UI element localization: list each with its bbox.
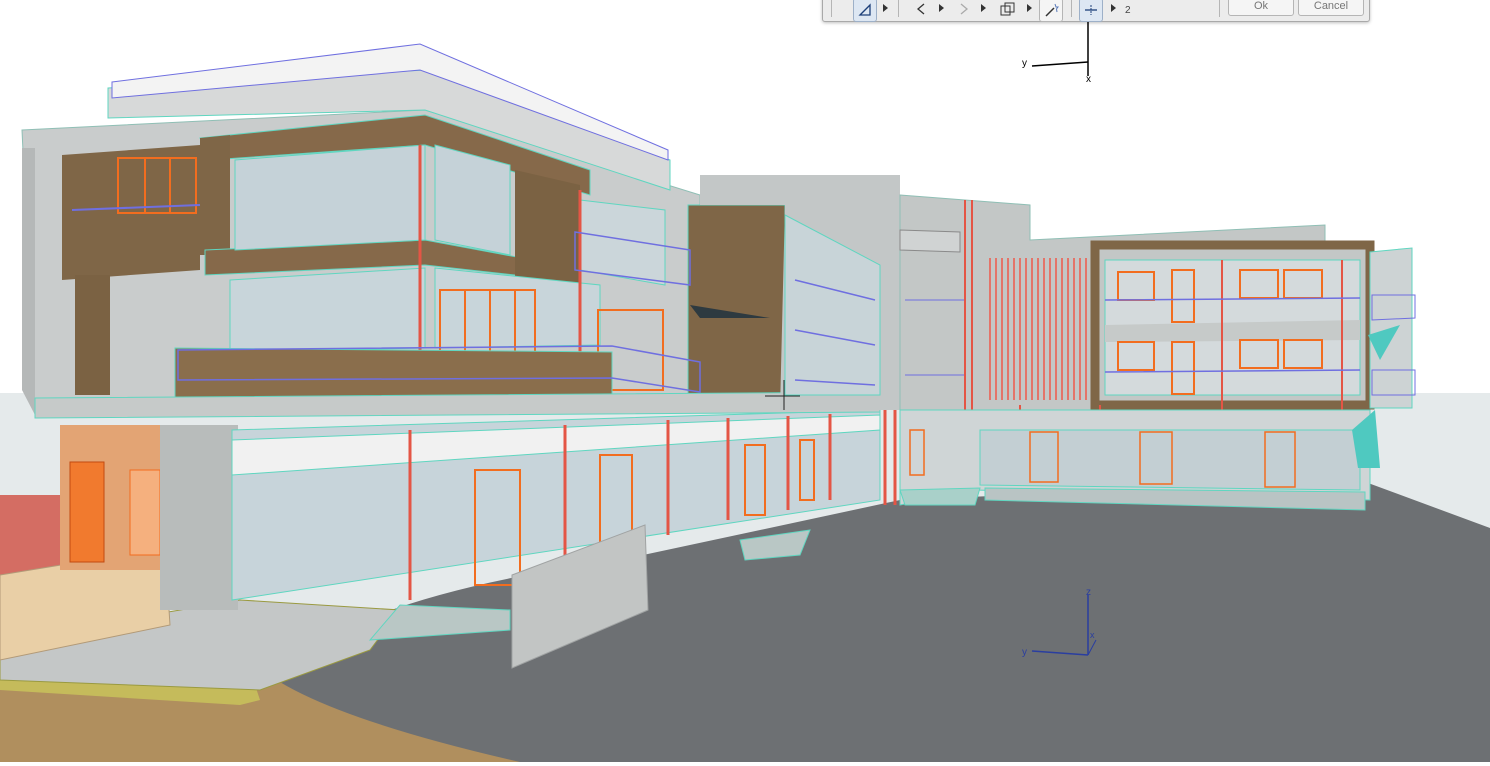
- red-wall: [0, 495, 60, 575]
- axis-label-y: y: [1022, 58, 1027, 69]
- parameter-value: 2: [1125, 5, 1131, 16]
- dropdown-arrow-icon[interactable]: [1111, 4, 1116, 12]
- axis-label-x: x: [1086, 74, 1091, 85]
- axis-label-y: y: [1022, 647, 1027, 658]
- toolbar-separator: [1219, 0, 1220, 17]
- pet-palette-toolbar: 2 Ok Cancel: [822, 0, 1370, 22]
- dropdown-arrow-icon[interactable]: [883, 4, 888, 12]
- mirror-icon[interactable]: [953, 0, 975, 20]
- 3d-viewport[interactable]: y x z y x: [0, 0, 1490, 762]
- pet-palette-icon[interactable]: [853, 0, 877, 22]
- dropdown-arrow-icon[interactable]: [1027, 4, 1032, 12]
- toolbar-separator: [1071, 0, 1072, 17]
- distribute-icon[interactable]: [1079, 0, 1103, 22]
- building-model-render: [0, 43, 1490, 762]
- cancel-button[interactable]: Cancel: [1298, 0, 1364, 16]
- axis-label-x: x: [1090, 630, 1095, 640]
- dropdown-arrow-icon[interactable]: [939, 4, 944, 12]
- axis-gizmo-top: y x: [1022, 22, 1091, 85]
- toolbar-separator: [898, 0, 899, 17]
- ok-button[interactable]: Ok: [1228, 0, 1294, 16]
- toolbar-separator: [831, 0, 832, 17]
- magic-wand-icon[interactable]: [1039, 0, 1063, 22]
- multiply-icon[interactable]: [997, 0, 1019, 20]
- rotate-icon[interactable]: [911, 0, 933, 20]
- dropdown-arrow-icon[interactable]: [981, 4, 986, 12]
- axis-gizmo-bottom: z y x: [1022, 587, 1097, 658]
- axis-label-z: z: [1086, 587, 1091, 598]
